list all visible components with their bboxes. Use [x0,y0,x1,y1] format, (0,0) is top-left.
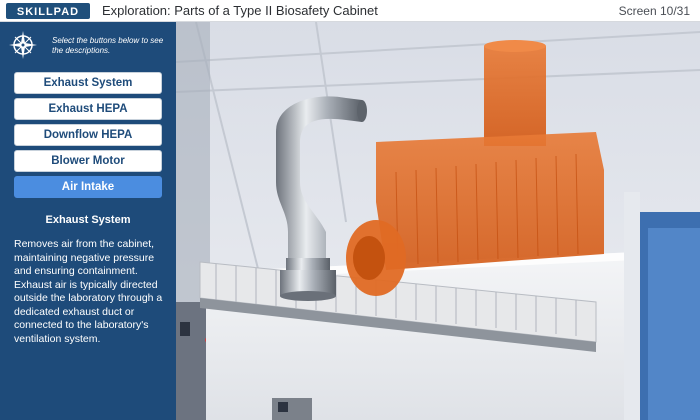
cabinet-pillar [624,192,640,420]
description-body: Removes air from the cabinet, maintainin… [14,238,163,345]
air-intake-button[interactable]: Air Intake [14,176,162,198]
exhaust-chimney [484,46,546,146]
cabinet-illustration [176,22,700,420]
screen-counter: Screen 10/31 [618,4,690,18]
pipe-base-bottom [280,291,336,301]
pipe-collar [286,258,330,272]
top-bar: SKILLPAD Exploration: Parts of a Type II… [0,0,700,22]
panel-display [180,322,190,336]
compass-icon [8,30,38,60]
app-window: SKILLPAD Exploration: Parts of a Type II… [0,0,700,420]
exhaust-hepa-button[interactable]: Exhaust HEPA [14,98,162,120]
description-title: Exhaust System [45,214,131,226]
instruction-text: Select the buttons below to see the desc… [52,36,164,55]
lower-socket [278,402,288,412]
pipe-opening [357,100,367,122]
exhaust-plenum [376,132,604,270]
part-buttons: Exhaust System Exhaust HEPA Downflow HEP… [14,72,162,202]
side-panel-inner [648,228,700,420]
exhaust-system-button[interactable]: Exhaust System [14,72,162,94]
chimney-top [484,40,546,52]
cabinet-scene [176,22,700,420]
downflow-hepa-button[interactable]: Downflow HEPA [14,124,162,146]
blower-fan [353,236,385,280]
blower-motor-button[interactable]: Blower Motor [14,150,162,172]
page-title: Exploration: Parts of a Type II Biosafet… [102,3,378,18]
skillpad-logo: SKILLPAD [6,2,90,19]
sidebar: Select the buttons below to see the desc… [0,22,176,420]
svg-text:SKILLPAD: SKILLPAD [17,6,79,17]
